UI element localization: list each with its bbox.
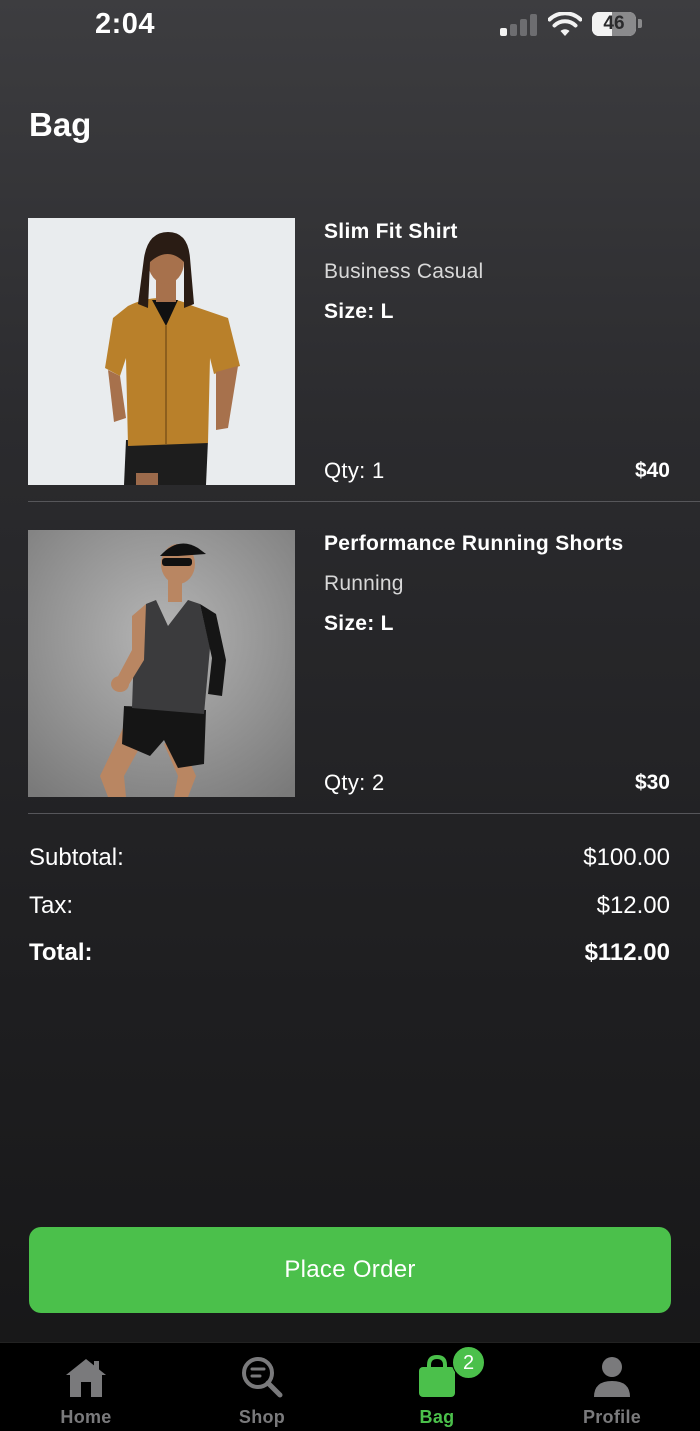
tab-home[interactable]: Home xyxy=(26,1343,146,1431)
status-bar: 2:04 46 xyxy=(0,0,700,50)
home-icon xyxy=(66,1359,106,1397)
tax-label: Tax: xyxy=(29,892,74,919)
battery-icon: 46 xyxy=(592,12,636,36)
item-price: $40 xyxy=(634,459,670,482)
bag-count-badge: 2 xyxy=(452,1346,485,1379)
item-quantity[interactable]: Qty: 1 xyxy=(324,458,385,484)
item-name: Slim Fit Shirt xyxy=(324,220,458,243)
total-row: Total: $112.00 xyxy=(29,939,670,971)
item-size: Size: L xyxy=(324,612,394,635)
item-name: Performance Running Shorts xyxy=(324,532,624,555)
bag-item[interactable]: Performance Running Shorts Running Size:… xyxy=(28,530,700,798)
item-divider xyxy=(28,813,700,814)
item-size: Size: L xyxy=(324,300,394,323)
search-icon xyxy=(242,1357,283,1398)
item-divider xyxy=(28,501,700,502)
item-category: Running xyxy=(324,572,404,595)
item-category: Business Casual xyxy=(324,260,484,283)
item-quantity[interactable]: Qty: 2 xyxy=(324,770,385,796)
tab-bar: Home Shop Bag Profile xyxy=(0,1342,700,1431)
tab-label: Home xyxy=(60,1407,112,1427)
tax-row: Tax: $12.00 xyxy=(29,892,670,924)
product-photo-shirt xyxy=(28,218,295,485)
cellular-signal-icon xyxy=(500,14,538,36)
status-time: 2:04 xyxy=(95,8,156,40)
product-image[interactable] xyxy=(28,218,295,485)
tax-value: $12.00 xyxy=(596,892,670,919)
wifi-icon xyxy=(548,12,582,36)
person-icon xyxy=(594,1357,630,1397)
tab-label: Shop xyxy=(238,1407,286,1427)
battery-level: 46 xyxy=(603,13,625,34)
tab-shop[interactable]: Shop xyxy=(202,1343,322,1431)
page-title: Bag xyxy=(29,106,92,143)
item-price: $30 xyxy=(634,771,670,794)
battery-cap xyxy=(638,19,642,28)
tab-profile[interactable]: Profile xyxy=(552,1343,672,1431)
subtotal-value: $100.00 xyxy=(583,844,670,871)
tab-label: Profile xyxy=(582,1407,642,1427)
subtotal-label: Subtotal: xyxy=(29,844,124,871)
total-label: Total: xyxy=(29,939,93,966)
subtotal-row: Subtotal: $100.00 xyxy=(29,844,670,876)
total-value: $112.00 xyxy=(584,939,670,966)
tab-label: Bag xyxy=(419,1407,455,1427)
product-photo-shorts xyxy=(28,530,295,797)
bag-item[interactable]: Slim Fit Shirt Business Casual Size: L Q… xyxy=(28,218,700,486)
place-order-button[interactable]: Place Order xyxy=(29,1227,671,1313)
product-image[interactable] xyxy=(28,530,295,797)
